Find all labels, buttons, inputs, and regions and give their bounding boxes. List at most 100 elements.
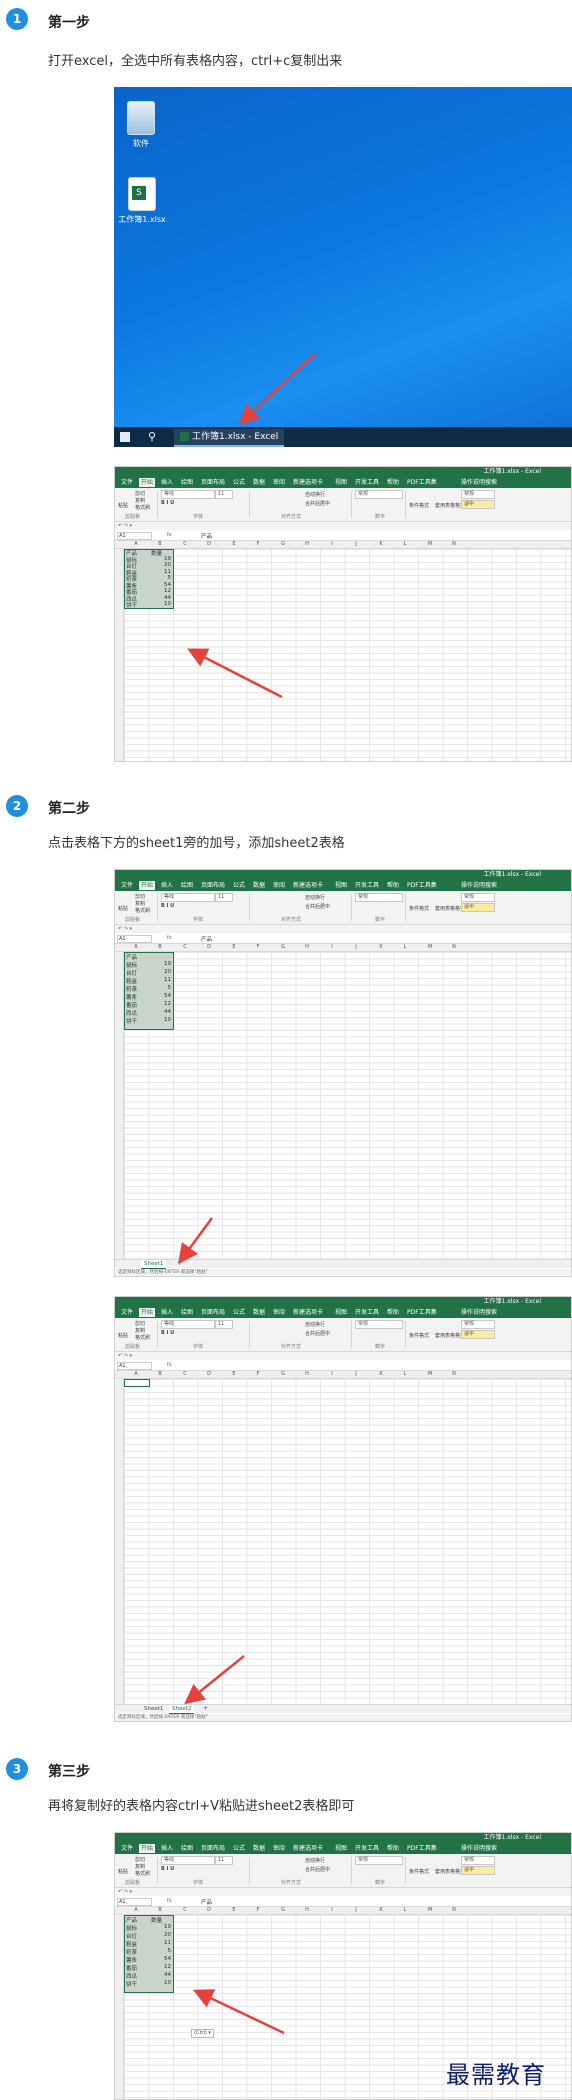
column-header[interactable]: H (295, 1907, 319, 1914)
name-box[interactable]: A1 (117, 1362, 152, 1370)
table-cell[interactable]: 11 (151, 1940, 171, 1946)
quick-access-toolbar[interactable]: ↶ ↷ ▾ (115, 925, 571, 933)
column-header[interactable]: E (222, 1371, 246, 1378)
tab-draw[interactable]: 绘图 (179, 1308, 195, 1317)
column-header[interactable]: J (344, 541, 368, 548)
column-header[interactable]: J (344, 1371, 368, 1378)
conditional-format-button[interactable]: 条件格式 (409, 502, 429, 509)
column-header[interactable]: M (418, 541, 442, 548)
search-icon[interactable]: ⚲ (148, 430, 156, 443)
table-cell[interactable]: 薯条 (126, 993, 137, 1001)
table-cell[interactable]: 44 (151, 1009, 171, 1015)
cut-button[interactable]: 剪切 (135, 490, 145, 497)
fx-icon[interactable]: fx (167, 935, 172, 941)
tab-data[interactable]: 数据 (251, 1844, 267, 1853)
tab-help[interactable]: 帮助 (385, 478, 401, 487)
column-header[interactable]: N (442, 1907, 466, 1914)
conditional-format-button[interactable]: 条件格式 (409, 1332, 429, 1339)
column-header[interactable]: A (124, 1371, 148, 1378)
tell-me-search[interactable]: 操作说明搜索 (459, 1308, 499, 1317)
table-cell[interactable]: 44 (151, 1972, 171, 1978)
sheet-tab-sheet1[interactable]: Sheet1 (141, 1705, 166, 1713)
table-cell[interactable]: 台灯 (126, 969, 137, 977)
column-header[interactable]: D (197, 944, 221, 951)
merge-center-button[interactable]: 合并后居中 (305, 500, 330, 507)
tab-view[interactable]: 视图 (333, 1308, 349, 1317)
tab-file[interactable]: 文件 (119, 478, 135, 487)
style-normal[interactable]: 常规 (461, 1856, 495, 1865)
style-neutral[interactable]: 适中 (461, 1330, 495, 1339)
table-cell[interactable]: 11 (151, 977, 171, 983)
copy-button[interactable]: 复制 (135, 1863, 145, 1870)
tab-new[interactable]: 新建选项卡 (291, 881, 325, 890)
column-header[interactable]: J (344, 1907, 368, 1914)
font-size-select[interactable]: 11 (215, 490, 233, 499)
windows-start-icon[interactable] (120, 432, 130, 442)
quick-access-toolbar[interactable]: ↶ ↷ ▾ (115, 1888, 571, 1896)
column-header[interactable]: K (369, 1907, 393, 1914)
tab-page-layout[interactable]: 页面布局 (199, 1844, 227, 1853)
format-painter-button[interactable]: 格式刷 (135, 1870, 150, 1877)
tab-insert[interactable]: 插入 (159, 1844, 175, 1853)
column-header[interactable]: L (393, 541, 417, 548)
tab-formulas[interactable]: 公式 (231, 478, 247, 487)
tell-me-search[interactable]: 操作说明搜索 (459, 881, 499, 890)
name-box[interactable]: A1 (117, 935, 152, 943)
tell-me-search[interactable]: 操作说明搜索 (459, 478, 499, 487)
font-size-select[interactable]: 11 (215, 893, 233, 902)
font-name-select[interactable]: 等线 (161, 1320, 215, 1329)
column-header[interactable]: M (418, 1371, 442, 1378)
column-header[interactable]: N (442, 1371, 466, 1378)
table-cell[interactable]: 台灯 (126, 1932, 137, 1940)
formula-input[interactable]: 产品 (201, 1898, 212, 1906)
table-cell[interactable]: 西瓜 (126, 1972, 137, 1980)
tab-insert[interactable]: 插入 (159, 881, 175, 890)
table-cell[interactable]: 奶茶 (126, 1948, 137, 1956)
tab-review[interactable]: 审阅 (271, 1844, 287, 1853)
tab-pdf[interactable]: PDF工具集 (405, 1844, 439, 1853)
paste-button[interactable]: 粘贴 (118, 502, 128, 509)
merge-center-button[interactable]: 合并后居中 (305, 1866, 330, 1873)
tab-developer[interactable]: 开发工具 (353, 1844, 381, 1853)
number-format-select[interactable]: 常规 (355, 490, 403, 499)
column-header[interactable]: D (197, 541, 221, 548)
column-header[interactable]: G (271, 1371, 295, 1378)
column-header[interactable]: G (271, 541, 295, 548)
paste-options-button[interactable]: (Ctrl) ▾ (191, 2029, 214, 2038)
tab-formulas[interactable]: 公式 (231, 1844, 247, 1853)
table-cell[interactable]: 鞋盒 (126, 977, 137, 985)
format-painter-button[interactable]: 格式刷 (135, 1334, 150, 1341)
sheet-tab-sheet2[interactable]: Sheet2 (169, 1705, 195, 1714)
column-header[interactable]: B (148, 944, 172, 951)
table-cell[interactable]: 54 (151, 993, 171, 999)
column-header[interactable]: D (197, 1907, 221, 1914)
tab-home[interactable]: 开始 (139, 1844, 156, 1853)
column-header[interactable]: L (393, 1371, 417, 1378)
worksheet-grid[interactable] (124, 1379, 571, 1705)
font-name-select[interactable]: 等线 (161, 1856, 215, 1865)
table-header-cell[interactable]: 产品 (126, 953, 137, 961)
table-cell[interactable]: 20 (151, 1932, 171, 1938)
tab-new[interactable]: 新建选项卡 (291, 1308, 325, 1317)
tab-pdf[interactable]: PDF工具集 (405, 478, 439, 487)
table-cell[interactable]: 奶茶 (126, 985, 137, 993)
table-cell[interactable]: 鞋盒 (126, 1940, 137, 1948)
column-header[interactable]: M (418, 944, 442, 951)
conditional-format-button[interactable]: 条件格式 (409, 905, 429, 912)
tab-file[interactable]: 文件 (119, 881, 135, 890)
column-header[interactable]: K (369, 1371, 393, 1378)
desktop-icon-workbook[interactable]: S 工作簿1.xlsx (114, 177, 172, 225)
table-cell[interactable]: 19 (151, 1924, 171, 1930)
tab-view[interactable]: 视图 (333, 1844, 349, 1853)
tab-draw[interactable]: 绘图 (179, 478, 195, 487)
tab-page-layout[interactable]: 页面布局 (199, 1308, 227, 1317)
tab-formulas[interactable]: 公式 (231, 881, 247, 890)
font-size-select[interactable]: 11 (215, 1320, 233, 1329)
copy-button[interactable]: 复制 (135, 1327, 145, 1334)
table-cell[interactable]: 20 (151, 969, 171, 975)
number-format-select[interactable]: 常规 (355, 893, 403, 902)
column-header[interactable]: A (124, 1907, 148, 1914)
style-normal[interactable]: 常规 (461, 490, 495, 499)
table-cell[interactable]: 饼干 (126, 1980, 137, 1988)
tab-view[interactable]: 视图 (333, 881, 349, 890)
